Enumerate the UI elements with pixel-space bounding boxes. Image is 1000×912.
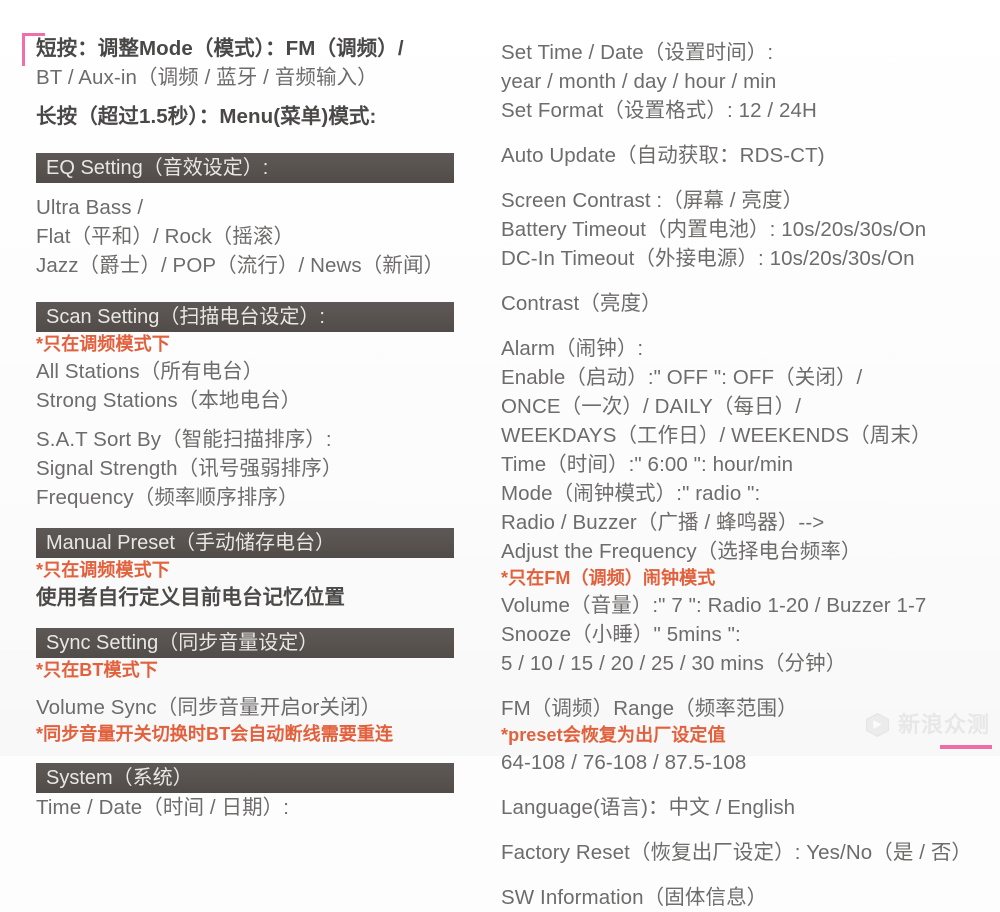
section-header-manual-preset: Manual Preset（手动储存电台） xyxy=(36,528,454,558)
alarm-snooze-values: 5 / 10 / 15 / 20 / 25 / 30 mins（分钟） xyxy=(501,652,847,675)
alarm-enable-option: Enable（启动）:" OFF ": OFF（关闭）/ xyxy=(501,366,863,389)
alarm-time-option: Time（时间）:" 6:00 ": hour/min xyxy=(501,453,794,476)
alarm-snooze-label: Snooze（小睡）" 5mins ": xyxy=(501,623,741,646)
set-time-date-fields: year / month / day / hour / min xyxy=(501,70,777,93)
alarm-note-fm-only: *只在FM（调频）闹钟模式 xyxy=(501,568,716,588)
section-header-sync-setting: Sync Setting（同步音量设定） xyxy=(36,628,454,658)
auto-update-option: Auto Update（自动获取：RDS-CT) xyxy=(501,144,825,167)
group-auto-update: Auto Update（自动获取：RDS-CT) xyxy=(497,141,1000,170)
section-manual-preset: Manual Preset（手动储存电台） *只在调频模式下 使用者自行定义目前… xyxy=(0,528,497,612)
fm-range-label: FM（调频）Range（频率范围） xyxy=(501,697,798,720)
right-column: Set Time / Date（设置时间）: year / month / da… xyxy=(497,0,1000,909)
intro-block: 短按：调整Mode（模式）：FM（调频）/ BT / Aux-in（调频 / 蓝… xyxy=(0,34,497,131)
sat-option-frequency: Frequency（频率顺序排序） xyxy=(36,486,299,509)
contrast-option: Contrast（亮度） xyxy=(501,292,662,315)
intro-line-2: BT / Aux-in（调频 / 蓝牙 / 音频输入） xyxy=(36,66,378,89)
group-screen-contrast: Screen Contrast :（屏幕 / 亮度） Battery Timeo… xyxy=(497,186,1000,273)
section-header-scan-setting: Scan Setting（扫描电台设定）: xyxy=(36,302,454,332)
sync-note-bt-only: *只在BT模式下 xyxy=(36,660,158,680)
group-alarm-volume-snooze: *只在FM（调频）闹钟模式 Volume（音量）:" 7 ": Radio 1-… xyxy=(497,566,1000,678)
scan-note-fm-only: *只在调频模式下 xyxy=(36,334,170,354)
sat-option-signal-strength: Signal Strength（讯号强弱排序） xyxy=(36,457,343,480)
scan-option-all-stations: All Stations（所有电台） xyxy=(36,360,264,383)
alarm-once-daily-option: ONCE（一次）/ DAILY（每日）/ xyxy=(501,395,802,418)
factory-reset-option: Factory Reset（恢复出厂设定）: Yes/No（是 / 否） xyxy=(501,841,973,864)
system-option-time-date: Time / Date（时间 / 日期）: xyxy=(36,796,290,819)
left-column: 短按：调整Mode（模式）：FM（调频）/ BT / Aux-in（调频 / 蓝… xyxy=(0,0,497,819)
manual-preset-description: 使用者自行定义目前电台记忆位置 xyxy=(36,586,345,609)
sync-note-reconnect: *同步音量开关切换时BT会自动断线需要重连 xyxy=(36,724,394,744)
language-option: Language(语言)：中文 / English xyxy=(501,796,796,819)
group-contrast: Contrast（亮度） xyxy=(497,289,1000,318)
section-eq-setting: EQ Setting（音效设定）: Ultra Bass / Flat（平和）/… xyxy=(0,153,497,280)
eq-option-jazz-pop-news: Jazz（爵士）/ POP（流行）/ News（新闻） xyxy=(36,254,445,277)
section-header-system: System（系统） xyxy=(36,763,454,793)
sync-option-volume-sync: Volume Sync（同步音量开启or关闭） xyxy=(36,696,382,719)
sw-information-option: SW Information（固体信息） xyxy=(501,886,768,909)
alarm-weekdays-weekends-option: WEEKDAYS（工作日）/ WEEKENDS（周末） xyxy=(501,424,932,447)
screen-contrast-label: Screen Contrast :（屏幕 / 亮度） xyxy=(501,189,804,212)
alarm-label: Alarm（闹钟）: xyxy=(501,337,644,360)
alarm-volume-option: Volume（音量）:" 7 ": Radio 1-20 / Buzzer 1-… xyxy=(501,594,927,617)
fm-range-values: 64-108 / 76-108 / 87.5-108 xyxy=(501,751,747,774)
fm-range-note-preset-reset: *preset会恢复为出厂设定值 xyxy=(501,725,726,745)
section-sync-setting: Sync Setting（同步音量设定） *只在BT模式下 Volume Syn… xyxy=(0,628,497,747)
section-system: System（系统） Time / Date（时间 / 日期）: xyxy=(0,763,497,822)
alarm-adjust-frequency-option: Adjust the Frequency（选择电台频率） xyxy=(501,540,862,563)
two-column-layout: 短按：调整Mode（模式）：FM（调频）/ BT / Aux-in（调频 / 蓝… xyxy=(0,0,1000,909)
group-language: Language(语言)：中文 / English xyxy=(497,793,1000,822)
dc-in-timeout-option: DC-In Timeout（外接电源）: 10s/20s/30s/On xyxy=(501,247,915,270)
scan-option-strong-stations: Strong Stations（本地电台） xyxy=(36,389,302,412)
intro-line-1: 短按：调整Mode（模式）：FM（调频）/ xyxy=(36,37,404,60)
manual-page: 短按：调整Mode（模式）：FM（调频）/ BT / Aux-in（调频 / 蓝… xyxy=(0,0,1000,909)
section-header-eq-setting: EQ Setting（音效设定）: xyxy=(36,153,454,183)
manual-preset-note-fm-only: *只在调频模式下 xyxy=(36,560,170,580)
section-scan-setting: Scan Setting（扫描电台设定）: *只在调频模式下 All Stati… xyxy=(0,302,497,512)
battery-timeout-option: Battery Timeout（内置电池）: 10s/20s/30s/On xyxy=(501,218,927,241)
group-set-time-date: Set Time / Date（设置时间）: year / month / da… xyxy=(497,38,1000,125)
set-format-option: Set Format（设置格式）: 12 / 24H xyxy=(501,99,817,122)
group-sw-information: SW Information（固体信息） xyxy=(497,883,1000,912)
long-press-line: 长按（超过1.5秒）：Menu(菜单)模式: xyxy=(36,105,377,128)
group-factory-reset: Factory Reset（恢复出厂设定）: Yes/No（是 / 否） xyxy=(497,838,1000,867)
alarm-mode-option: Mode（闹钟模式）:" radio ": xyxy=(501,482,761,505)
sat-sort-by-label: S.A.T Sort By（智能扫描排序）: xyxy=(36,428,332,451)
group-alarm: Alarm（闹钟）: Enable（启动）:" OFF ": OFF（关闭）/ … xyxy=(497,334,1000,566)
eq-option-flat-rock: Flat（平和）/ Rock（摇滚） xyxy=(36,225,295,248)
eq-option-ultra-bass: Ultra Bass / xyxy=(36,196,144,219)
group-fm-range: FM（调频）Range（频率范围） *preset会恢复为出厂设定值 64-10… xyxy=(497,694,1000,777)
alarm-radio-buzzer-option: Radio / Buzzer（广播 / 蜂鸣器）--> xyxy=(501,511,825,534)
set-time-date-label: Set Time / Date（设置时间）: xyxy=(501,41,774,64)
